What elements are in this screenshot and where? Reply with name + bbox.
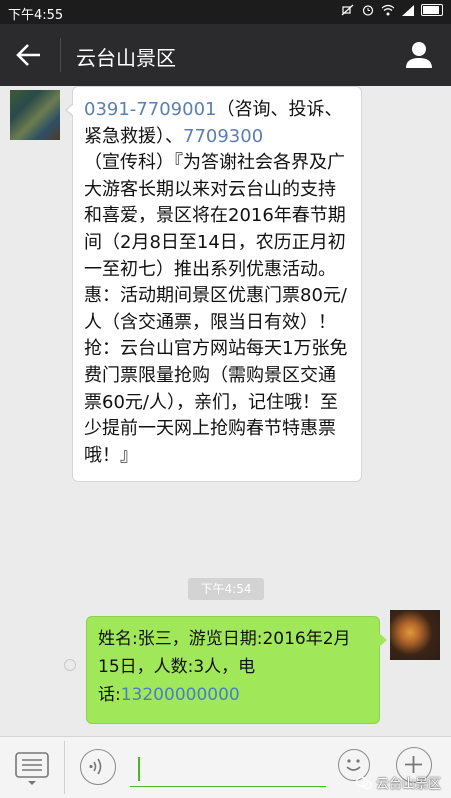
- battery-icon: [421, 4, 443, 16]
- title-bar: 云台山景区: [0, 24, 451, 86]
- message-timestamp: 下午4:54: [188, 578, 264, 600]
- input-bar: 云台山景区: [0, 736, 451, 798]
- chat-area[interactable]: 0391-7709001（咨询、投诉、紧急救援）、7709300（宣传科）『为答…: [0, 86, 451, 736]
- silent-icon: [341, 4, 354, 16]
- outgoing-phone-link[interactable]: 13200000000: [121, 685, 240, 705]
- input-caret: [138, 757, 140, 781]
- back-button[interactable]: [12, 38, 48, 72]
- status-bar: 下午4:55: [0, 0, 451, 24]
- back-arrow-icon: [16, 44, 40, 66]
- alarm-icon: [362, 5, 374, 16]
- outgoing-message-bubble[interactable]: 姓名:张三，游览日期:2016年2月15日，人数:3人，电话:132000000…: [86, 616, 387, 724]
- status-time: 下午4:55: [8, 8, 64, 23]
- person-icon: [406, 42, 432, 68]
- phone-link-2[interactable]: 7709300: [183, 126, 263, 147]
- voice-icon: [89, 758, 102, 775]
- my-avatar[interactable]: [390, 610, 440, 660]
- incoming-text-2: （宣传科）: [84, 152, 174, 174]
- watermark: 云台山景区: [355, 773, 441, 792]
- menu-list-icon: [15, 752, 49, 785]
- status-icons: [341, 4, 443, 16]
- sender-avatar[interactable]: [10, 90, 60, 140]
- incoming-body: 『为答谢社会各界及广大游客长期以来对云台山的支持和喜爱，景区将在2016年春节期…: [84, 152, 348, 466]
- title-divider: [60, 38, 61, 72]
- signal-icon: [402, 5, 414, 16]
- input-divider: [64, 741, 65, 794]
- phone-link-1[interactable]: 0391-7709001: [84, 99, 216, 120]
- message-input[interactable]: [130, 749, 326, 787]
- wifi-icon: [381, 4, 395, 16]
- wechat-icon: [355, 776, 372, 789]
- send-status-icon: [64, 659, 76, 671]
- voice-button[interactable]: [80, 749, 116, 785]
- chat-title: 云台山景区: [76, 46, 176, 70]
- menu-toggle-button[interactable]: [12, 751, 52, 787]
- profile-button[interactable]: [403, 38, 435, 72]
- watermark-text: 云台山景区: [375, 777, 441, 792]
- incoming-message-bubble[interactable]: 0391-7709001（咨询、投诉、紧急救援）、7709300（宣传科）『为答…: [65, 86, 362, 483]
